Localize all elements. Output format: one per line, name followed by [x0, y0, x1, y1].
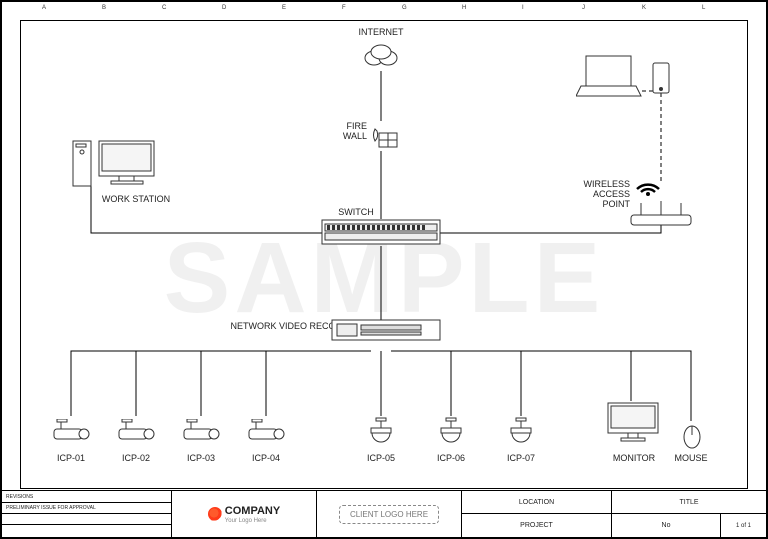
grid-col: G — [402, 5, 407, 11]
sheet-number: 1 of 1 — [721, 514, 766, 537]
client-logo-placeholder: CLIENT LOGO HERE — [339, 505, 439, 524]
monitor-label: MONITOR — [609, 453, 659, 463]
grid-col: C — [162, 5, 166, 11]
company-tagline: Your Logo Here — [225, 518, 267, 524]
laptop-icon — [576, 51, 646, 106]
internet-cloud-icon — [361, 41, 401, 74]
grid-col: A — [42, 5, 46, 11]
phone-icon — [651, 61, 671, 101]
drawing-no-label: No — [612, 514, 721, 537]
drawing-sheet: A B C D E F G H I J K L SAMPLE — [0, 0, 768, 539]
bullet-camera-icon — [49, 419, 94, 454]
switch-label: SWITCH — [331, 207, 381, 217]
nvr-icon — [331, 319, 441, 346]
internet-label: INTERNET — [356, 27, 406, 37]
grid-col: J — [582, 5, 585, 11]
mouse-label: MOUSE — [671, 453, 711, 463]
camera-label: ICP-04 — [246, 453, 286, 463]
camera-label: ICP-03 — [181, 453, 221, 463]
firewall-label: FIRE WALL — [331, 121, 367, 141]
drawing-area: SAMPLE — [20, 20, 748, 489]
dome-camera-icon — [436, 416, 466, 456]
project-label: PROJECT — [462, 514, 611, 537]
camera-label: ICP-05 — [361, 453, 401, 463]
mouse-icon — [681, 421, 703, 454]
bullet-camera-icon — [114, 419, 159, 454]
revisions-header: REVISIONS — [2, 491, 171, 503]
workstation-label: WORK STATION — [91, 194, 181, 204]
grid-col: F — [342, 5, 346, 11]
dome-camera-icon — [366, 416, 396, 456]
monitor-icon — [606, 401, 661, 451]
title-block: REVISIONS PRELIMINARY ISSUE FOR APPROVAL… — [2, 490, 766, 537]
bullet-camera-icon — [179, 419, 224, 454]
firewall-icon — [369, 123, 399, 154]
router-icon — [626, 201, 696, 236]
camera-label: ICP-01 — [51, 453, 91, 463]
location-label: LOCATION — [462, 491, 611, 514]
switch-icon — [321, 219, 441, 250]
grid-col: L — [702, 5, 705, 11]
camera-label: ICP-02 — [116, 453, 156, 463]
workstation-icon — [71, 136, 161, 196]
camera-label: ICP-07 — [501, 453, 541, 463]
grid-col: H — [462, 5, 466, 11]
company-name: COMPANY — [225, 505, 280, 517]
dome-camera-icon — [506, 416, 536, 456]
grid-col: E — [282, 5, 286, 11]
wap-label: WIRELESS ACCESS POINT — [574, 179, 630, 209]
camera-label: ICP-06 — [431, 453, 471, 463]
grid-col: B — [102, 5, 106, 11]
grid-col: K — [642, 5, 646, 11]
title-label: TITLE — [612, 491, 766, 514]
revision-row: PRELIMINARY ISSUE FOR APPROVAL — [2, 503, 171, 514]
wifi-icon — [633, 171, 663, 201]
grid-col: D — [222, 5, 226, 11]
company-logo-icon — [205, 504, 225, 524]
grid-col: I — [522, 5, 524, 11]
bullet-camera-icon — [244, 419, 289, 454]
